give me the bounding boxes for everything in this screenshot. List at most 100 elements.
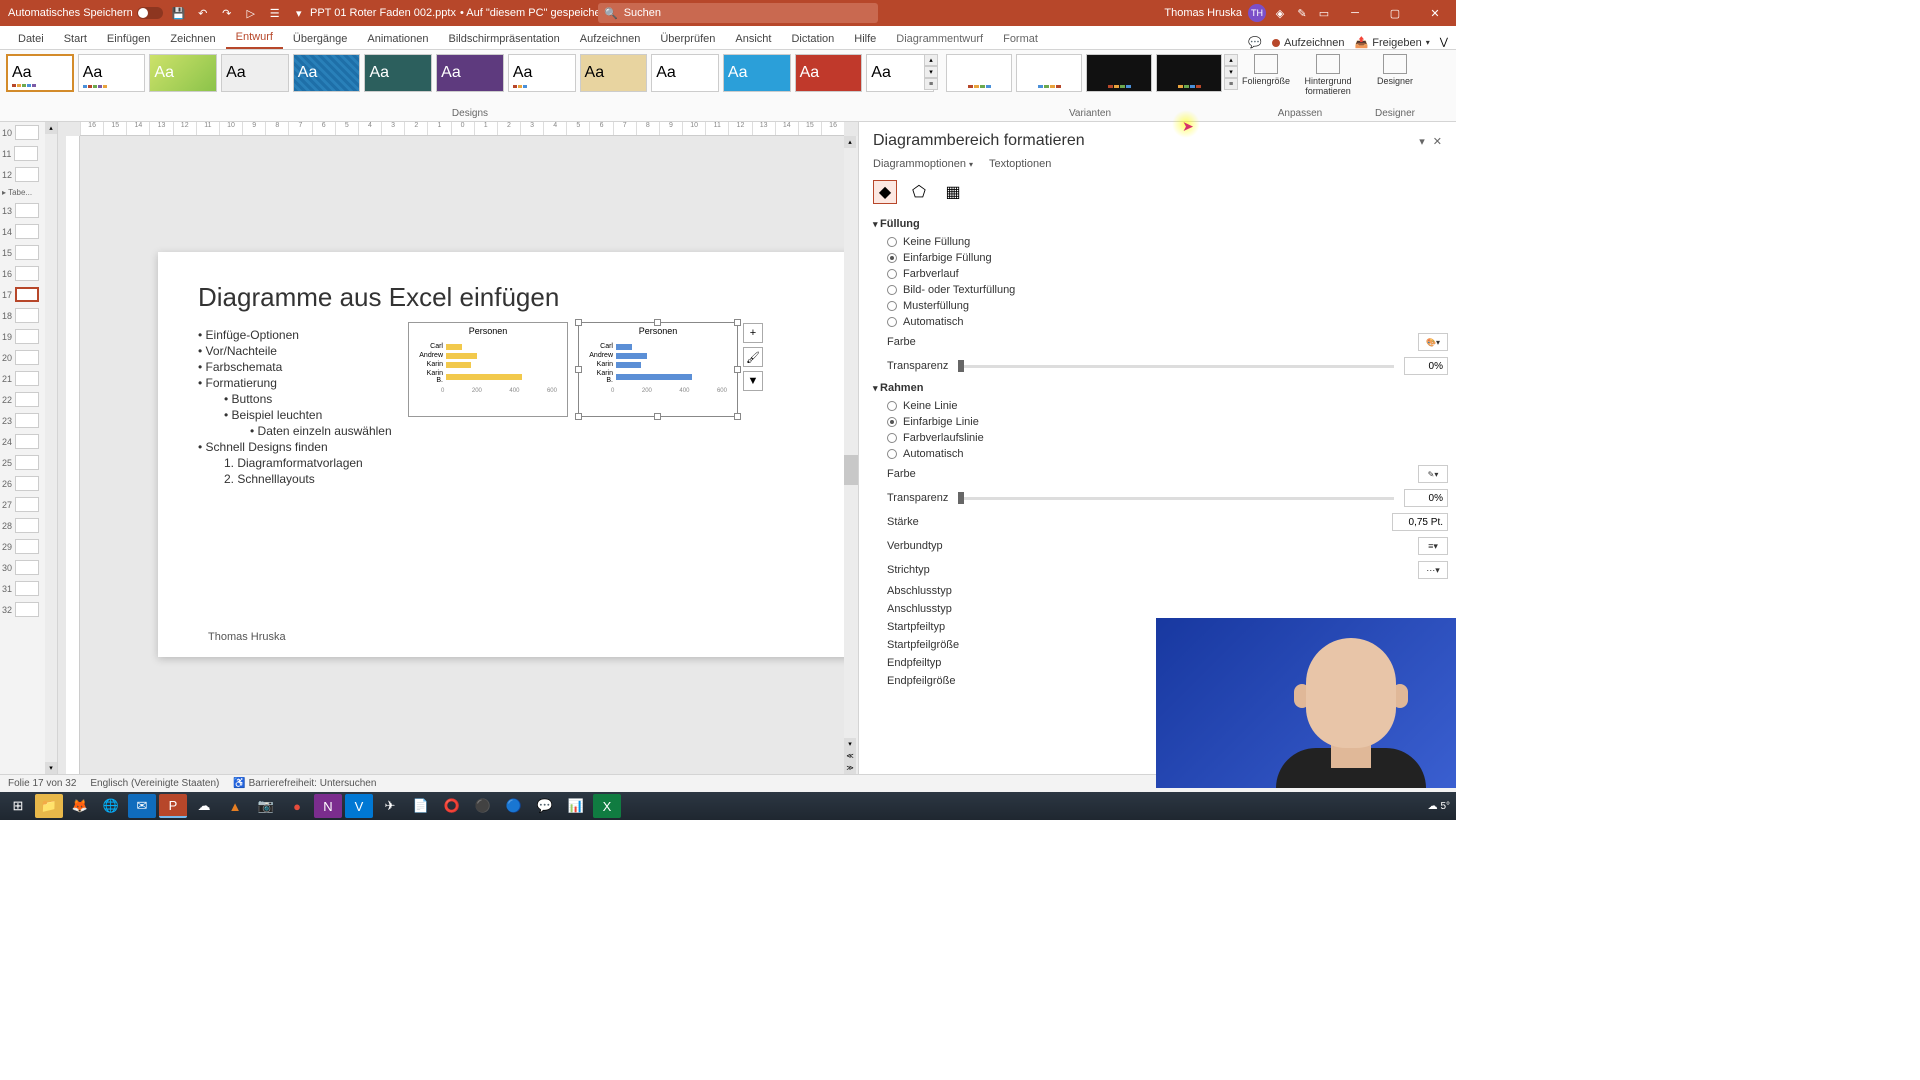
tab-uebergaenge[interactable]: Übergänge	[283, 29, 357, 49]
slide-thumb[interactable]: 22	[0, 389, 45, 410]
variant-more-button[interactable]: ≡	[1224, 78, 1238, 90]
user-avatar[interactable]: TH	[1248, 4, 1266, 22]
search-box[interactable]: 🔍	[598, 3, 878, 23]
onenote-icon[interactable]: N	[314, 794, 342, 818]
resize-handle[interactable]	[734, 413, 741, 420]
prev-slide-button[interactable]: ≪	[844, 750, 856, 762]
variant-up-button[interactable]: ▴	[1224, 54, 1238, 66]
resize-handle[interactable]	[575, 413, 582, 420]
tab-animationen[interactable]: Animationen	[357, 29, 438, 49]
fill-line-icon[interactable]: ◆	[873, 180, 897, 204]
design-thumb[interactable]: Aa	[6, 54, 74, 92]
slide-thumb[interactable]: 32	[0, 599, 45, 620]
weather-widget[interactable]: ☁ 5°	[1428, 801, 1450, 812]
next-slide-button[interactable]: ≫	[844, 762, 856, 774]
fill-auto-radio[interactable]: Automatisch	[873, 314, 1448, 330]
record-button[interactable]: Aufzeichnen	[1272, 37, 1345, 49]
chart-options-tab[interactable]: Diagrammoptionen ▾	[873, 158, 973, 170]
fill-none-radio[interactable]: Keine Füllung	[873, 234, 1448, 250]
text-options-tab[interactable]: Textoptionen	[989, 158, 1051, 170]
design-thumb[interactable]: Aa	[78, 54, 146, 92]
chart-1[interactable]: Personen CarlAndrewKarinKarin B. 0200400…	[408, 322, 568, 417]
qat-more-icon[interactable]: ▾	[291, 5, 307, 21]
tab-datei[interactable]: Datei	[8, 29, 54, 49]
slide-thumb[interactable]: 18	[0, 305, 45, 326]
resize-handle[interactable]	[575, 319, 582, 326]
variant-thumb[interactable]	[1156, 54, 1222, 92]
scroll-down-button[interactable]: ▾	[844, 738, 856, 750]
close-button[interactable]: ✕	[1418, 0, 1452, 26]
tab-ansicht[interactable]: Ansicht	[725, 29, 781, 49]
app-icon[interactable]: ●	[283, 794, 311, 818]
tab-format[interactable]: Format	[993, 29, 1048, 49]
file-explorer-icon[interactable]: 📁	[35, 794, 63, 818]
slide-thumb[interactable]: 11	[0, 143, 45, 164]
line-transparency-input[interactable]	[1404, 489, 1448, 507]
line-color-picker[interactable]: ✎▾	[1418, 465, 1448, 483]
effects-icon[interactable]: ⬠	[907, 180, 931, 204]
tab-zeichnen[interactable]: Zeichnen	[160, 29, 225, 49]
firefox-icon[interactable]: 🦊	[66, 794, 94, 818]
design-thumb[interactable]: Aa	[364, 54, 432, 92]
slide-thumb[interactable]: 15	[0, 242, 45, 263]
slide-thumb[interactable]: 24	[0, 431, 45, 452]
fill-solid-radio[interactable]: Einfarbige Füllung	[873, 250, 1448, 266]
design-thumb[interactable]: Aa	[221, 54, 289, 92]
redo-icon[interactable]: ↷	[219, 5, 235, 21]
design-thumb[interactable]: Aa	[293, 54, 361, 92]
app-icon[interactable]: 📷	[252, 794, 280, 818]
accessibility-check[interactable]: ♿ Barrierefreiheit: Untersuchen	[233, 778, 376, 789]
minimize-button[interactable]: ─	[1338, 0, 1372, 26]
variant-thumb[interactable]	[1086, 54, 1152, 92]
thumbs-scrollbar[interactable]: ▴ ▾	[45, 122, 57, 774]
powerpoint-icon[interactable]: P	[159, 794, 187, 818]
tab-aufzeichnen[interactable]: Aufzeichnen	[570, 29, 651, 49]
save-icon[interactable]: 💾	[171, 5, 187, 21]
resize-handle[interactable]	[575, 366, 582, 373]
dash-dropdown[interactable]: ⋯▾	[1418, 561, 1448, 579]
border-section-header[interactable]: Rahmen	[873, 378, 1448, 398]
tab-ueberpruefen[interactable]: Überprüfen	[650, 29, 725, 49]
size-properties-icon[interactable]: ▦	[941, 180, 965, 204]
design-thumb[interactable]: Aa	[436, 54, 504, 92]
slide-thumb[interactable]: 12	[0, 164, 45, 185]
scroll-up-button[interactable]: ▴	[844, 136, 856, 148]
slide-thumb[interactable]: 27	[0, 494, 45, 515]
resize-handle[interactable]	[734, 319, 741, 326]
gallery-up-button[interactable]: ▴	[924, 54, 938, 66]
app-icon[interactable]: 💬	[531, 794, 559, 818]
design-thumb[interactable]: Aa	[580, 54, 648, 92]
slide-thumb[interactable]: 23	[0, 410, 45, 431]
scroll-thumb[interactable]	[844, 455, 858, 485]
slide-thumb[interactable]: 16	[0, 263, 45, 284]
app-icon[interactable]: ☁	[190, 794, 218, 818]
tab-einfuegen[interactable]: Einfügen	[97, 29, 160, 49]
pane-options-icon[interactable]: ▾	[1419, 135, 1425, 148]
maximize-button[interactable]: ▢	[1378, 0, 1412, 26]
chart-2-selected[interactable]: Personen CarlAndrewKarinKarin B. 0200400…	[578, 322, 738, 417]
fill-transparency-input[interactable]	[1404, 357, 1448, 375]
resize-handle[interactable]	[734, 366, 741, 373]
toggle-switch[interactable]	[137, 7, 163, 19]
pane-close-button[interactable]: ✕	[1433, 135, 1442, 148]
scroll-up-button[interactable]: ▴	[45, 122, 57, 134]
undo-icon[interactable]: ↶	[195, 5, 211, 21]
comments-icon[interactable]: 💬	[1248, 36, 1262, 49]
pen-icon[interactable]: ✎	[1294, 5, 1310, 21]
fill-color-picker[interactable]: 🎨▾	[1418, 333, 1448, 351]
chart-filter-button[interactable]: ▼	[743, 371, 763, 391]
app-icon[interactable]: ⭕	[438, 794, 466, 818]
chart-elements-button[interactable]: +	[743, 323, 763, 343]
resize-handle[interactable]	[654, 413, 661, 420]
tab-dictation[interactable]: Dictation	[781, 29, 844, 49]
slide-thumb[interactable]: 28	[0, 515, 45, 536]
gallery-more-button[interactable]: ≡	[924, 78, 938, 90]
canvas-scrollbar[interactable]: ▴ ▾ ≪ ≫	[844, 136, 858, 774]
slide-thumb[interactable]: 21	[0, 368, 45, 389]
line-gradient-radio[interactable]: Farbverlaufslinie	[873, 430, 1448, 446]
vlc-icon[interactable]: ▲	[221, 794, 249, 818]
outlook-icon[interactable]: ✉	[128, 794, 156, 818]
vscode-icon[interactable]: V	[345, 794, 373, 818]
fill-pattern-radio[interactable]: Musterfüllung	[873, 298, 1448, 314]
search-input[interactable]	[624, 7, 872, 19]
